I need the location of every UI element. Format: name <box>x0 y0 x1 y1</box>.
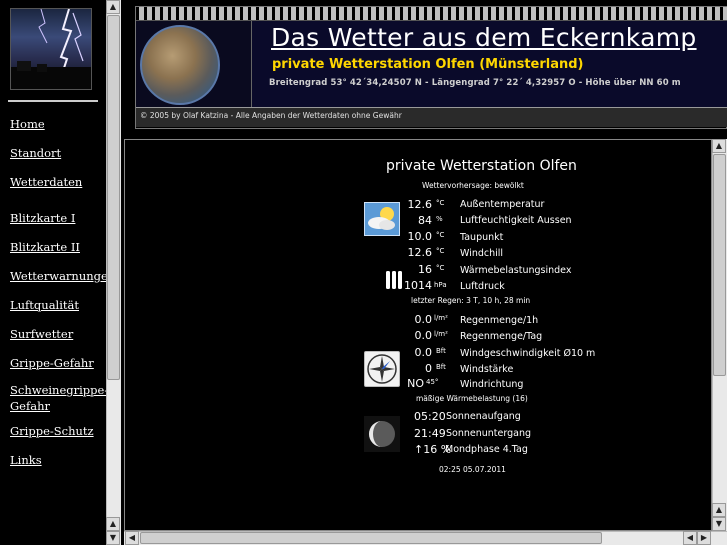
outdoor-temperature-value: 12.6 <box>407 198 433 211</box>
moon-phase-label: Mondphase 4.Tag <box>445 444 528 455</box>
site-title[interactable]: Das Wetter aus dem Eckernkamp <box>271 23 697 52</box>
pressure-value: 1014 <box>404 279 432 292</box>
outdoor-temperature-label: Außentemperatur <box>460 199 545 210</box>
nav-link-wetterdaten[interactable]: Wetterdaten <box>10 174 105 190</box>
nav-link-wetterwarnungen[interactable]: Wetterwarnungen <box>10 268 115 284</box>
pressure-unit: hPa <box>434 281 447 289</box>
heat-index-label: Wärmebelastungsindex <box>460 265 572 276</box>
nav-link-luftqualitaet[interactable]: Luftqualität <box>10 297 105 313</box>
station-coordinates: Breitengrad 53° 42´34,24507 N - Längengr… <box>269 78 681 88</box>
humidity-value: 84 <box>418 214 432 227</box>
dewpoint-value: 10.0 <box>407 230 433 243</box>
nav-link-home[interactable]: Home <box>10 116 105 132</box>
heat-index-value: 16 <box>418 263 432 276</box>
nav-link-schweinegrippe-gefahr[interactable]: Schweinegrippe-Gefahr <box>10 382 108 414</box>
nav-link-surfwetter[interactable]: Surfwetter <box>10 326 105 342</box>
main-scroll-left-button[interactable]: ◀ <box>125 531 139 545</box>
main-scroll-thumb[interactable] <box>713 154 726 376</box>
humidity-unit: % <box>436 215 443 223</box>
nav-link-grippe-gefahr[interactable]: Grippe-Gefahr <box>10 355 105 371</box>
rain-1h-unit: l/m² <box>434 314 448 322</box>
wind-direction-value: NO <box>407 377 424 390</box>
moon-icon <box>364 416 400 452</box>
wind-speed-unit: Bft <box>436 347 446 355</box>
cloud-sun-icon <box>364 202 400 236</box>
nav-link-grippe-schutz[interactable]: Grippe-Schutz <box>10 423 105 439</box>
compass-icon <box>364 351 400 387</box>
heat-index-unit: °C <box>436 264 445 272</box>
site-subtitle: private Wetterstation Olfen (Münsterland… <box>272 57 584 72</box>
wind-direction-degrees: 45° <box>426 378 439 386</box>
nav-link-links[interactable]: Links <box>10 452 105 468</box>
nav-scroll-down-button[interactable]: ▼ <box>106 531 120 545</box>
header-film-strip <box>136 7 727 21</box>
main-scroll-up-button[interactable]: ▲ <box>712 139 726 153</box>
sunrise-time: 05:20 <box>414 410 446 423</box>
sunrise-label: Sonnenaufgang <box>446 411 521 422</box>
windchill-label: Windchill <box>460 248 504 259</box>
rain-1h-value: 0.0 <box>414 313 433 326</box>
main-scroll-down-button[interactable]: ▼ <box>712 517 726 531</box>
nav-link-standort[interactable]: Standort <box>10 145 105 161</box>
nav-divider <box>8 100 98 102</box>
sunset-time: 21:49 <box>414 427 446 440</box>
heat-load-text: mäßige Wärmebelastung (16) <box>416 394 528 403</box>
rain-day-label: Regenmenge/Tag <box>460 331 543 342</box>
windchill-value: 12.6 <box>407 246 433 259</box>
station-title: private Wetterstation Olfen <box>386 158 577 174</box>
copyright-text: © 2005 by Olaf Katzina - Alle Angaben de… <box>140 111 402 120</box>
dewpoint-label: Taupunkt <box>460 232 504 243</box>
nav-scroll-up-button[interactable]: ▲ <box>106 0 120 14</box>
nav-link-blitzkarte-1[interactable]: Blitzkarte I <box>10 210 105 226</box>
wind-force-unit: Bft <box>436 363 446 371</box>
dewpoint-unit: °C <box>436 231 445 239</box>
update-timestamp: 02:25 05.07.2011 <box>439 465 506 474</box>
wind-force-value: 0 <box>425 362 432 375</box>
humidity-label: Luftfeuchtigkeit Aussen <box>460 215 572 226</box>
wind-speed-label: Windgeschwindigkeit Ø10 m <box>460 348 596 359</box>
wind-force-label: Windstärke <box>460 364 514 375</box>
wind-direction-label: Windrichtung <box>460 379 524 390</box>
nav-scroll-up-button-bottom[interactable]: ▲ <box>106 517 120 531</box>
wind-speed-value: 0.0 <box>414 346 433 359</box>
pressure-label: Luftdruck <box>460 281 505 292</box>
outdoor-temperature-unit: °C <box>436 199 445 207</box>
main-scroll-left-button-right[interactable]: ◀ <box>683 531 697 545</box>
rain-1h-label: Regenmenge/1h <box>460 315 539 326</box>
sunset-label: Sonnenuntergang <box>446 428 532 439</box>
nav-link-blitzkarte-2[interactable]: Blitzkarte II <box>10 239 105 255</box>
lightning-photo <box>10 8 92 90</box>
main-scroll-right-button[interactable]: ▶ <box>697 531 711 545</box>
rain-day-unit: l/m² <box>434 330 448 338</box>
forecast-text: Wettervorhersage: bewölkt <box>422 181 524 190</box>
windchill-unit: °C <box>436 247 445 255</box>
rain-day-value: 0.0 <box>414 329 433 342</box>
main-scroll-up-button-bottom[interactable]: ▲ <box>712 503 726 517</box>
last-rain-text: letzter Regen: 3 T, 10 h, 28 min <box>411 296 531 305</box>
nav-scroll-thumb[interactable] <box>107 15 120 380</box>
main-horizontal-scroll-thumb[interactable] <box>140 532 602 544</box>
globe-image <box>140 25 220 105</box>
